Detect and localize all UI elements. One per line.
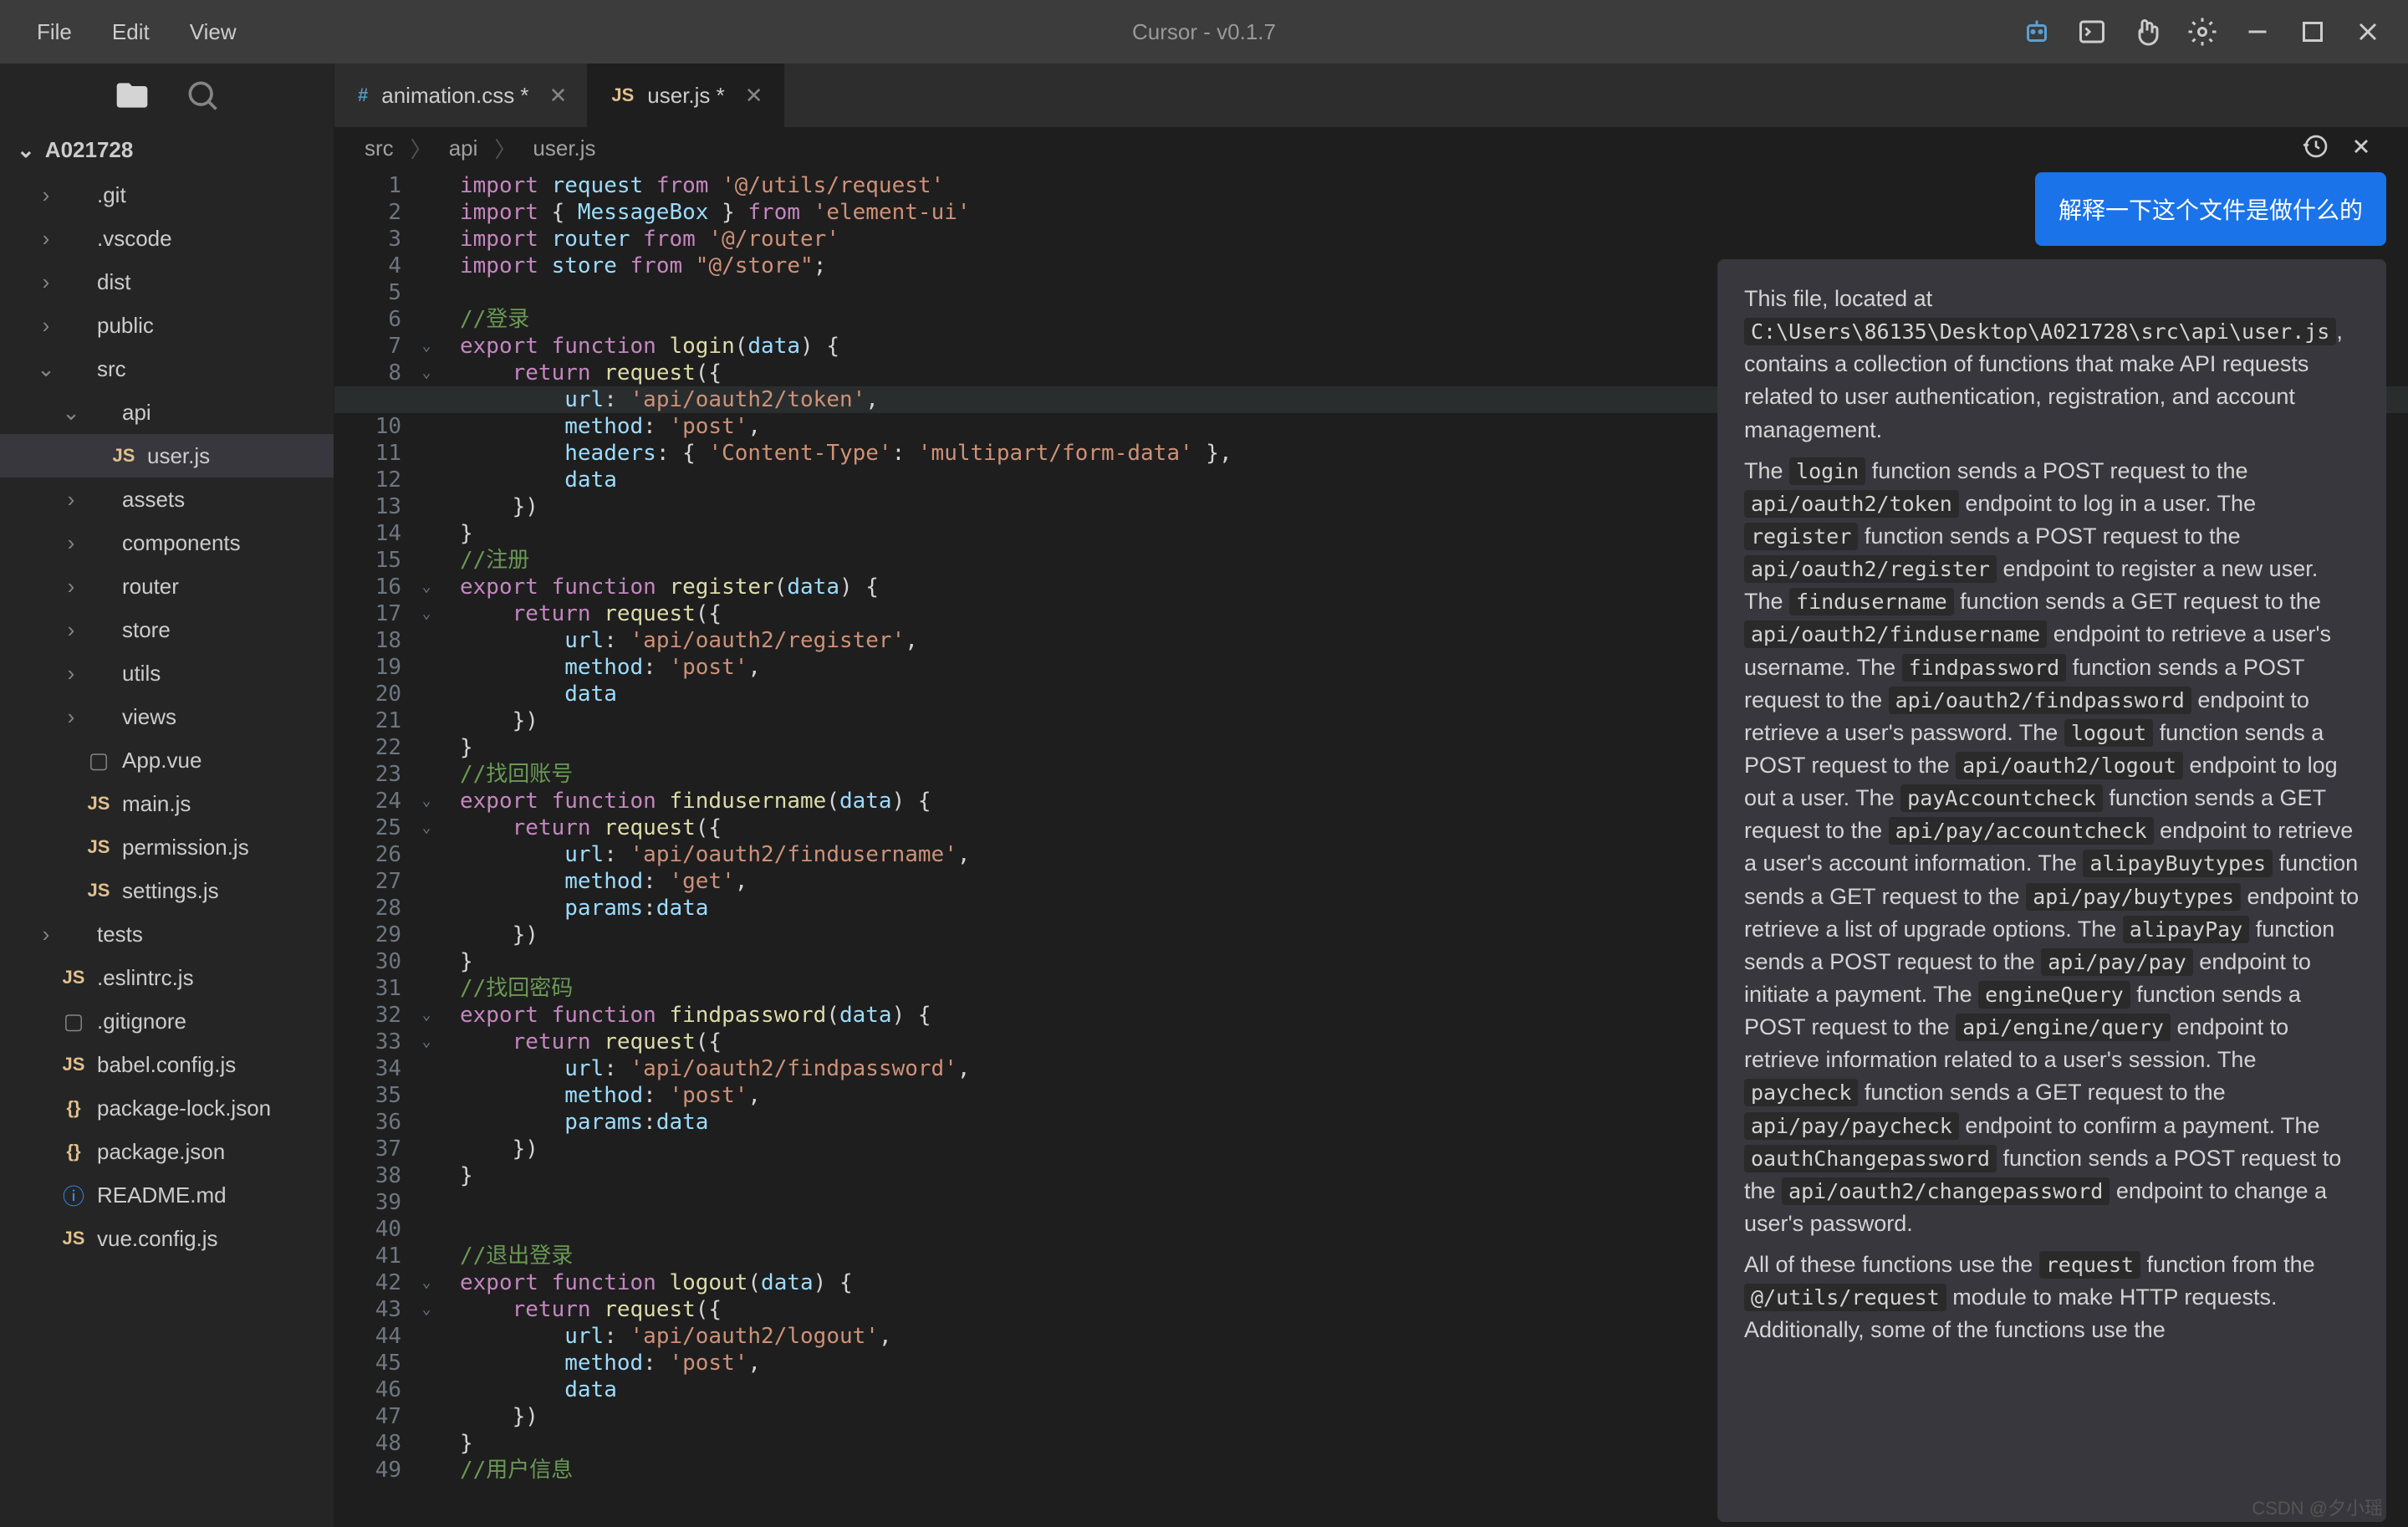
tab-close-icon[interactable]: ✕ <box>543 83 574 109</box>
tree-file[interactable]: JS.eslintrc.js <box>0 956 334 999</box>
hand-icon[interactable] <box>2132 17 2162 47</box>
explorer-icon[interactable] <box>114 77 150 114</box>
chevron-right-icon: 〉 <box>494 133 516 164</box>
tab[interactable]: #animation.css *✕ <box>334 64 588 127</box>
tree-folder[interactable]: ›dist <box>0 260 334 304</box>
tree-folder[interactable]: ⌄src <box>0 347 334 391</box>
tree-file[interactable]: JSmain.js <box>0 782 334 825</box>
fold-gutter: ⌄⌄⌄⌄⌄⌄⌄⌄⌄⌄ <box>418 169 435 1527</box>
tree-folder[interactable]: ›public <box>0 304 334 347</box>
tree-folder[interactable]: ›utils <box>0 651 334 695</box>
ai-user-message: 解释一下这个文件是做什么的 <box>2035 172 2386 246</box>
tree-file[interactable]: JSpermission.js <box>0 825 334 869</box>
ai-panel: 解释一下这个文件是做什么的 This file, located at C:\U… <box>1717 120 2386 1522</box>
tab[interactable]: JSuser.js *✕ <box>588 64 783 127</box>
tree-folder[interactable]: ›router <box>0 564 334 608</box>
tree-folder[interactable]: ›assets <box>0 478 334 521</box>
tree-folder[interactable]: ›.git <box>0 173 334 217</box>
tree-folder[interactable]: ›tests <box>0 912 334 956</box>
window-controls <box>2022 17 2408 47</box>
maximize-icon[interactable] <box>2298 17 2328 47</box>
file-tree: ›.git›.vscode›dist›public⌄src⌄apiJSuser.… <box>0 173 334 1527</box>
ai-response: This file, located at C:\Users\86135\Des… <box>1717 259 2386 1522</box>
menu-view[interactable]: View <box>170 11 257 54</box>
tree-file[interactable]: ▢.gitignore <box>0 999 334 1043</box>
project-name: A021728 <box>45 137 134 163</box>
close-panel-icon[interactable] <box>2349 135 2373 158</box>
search-icon[interactable] <box>184 77 221 114</box>
tree-file[interactable]: JSsettings.js <box>0 869 334 912</box>
tree-file[interactable]: ▢App.vue <box>0 738 334 782</box>
tab-close-icon[interactable]: ✕ <box>738 83 770 109</box>
menu-file[interactable]: File <box>17 11 92 54</box>
tree-folder[interactable]: ›store <box>0 608 334 651</box>
tree-file[interactable]: JSvue.config.js <box>0 1217 334 1260</box>
window-title: Cursor - v0.1.7 <box>1132 19 1276 45</box>
chevron-down-icon: ⌄ <box>17 137 35 163</box>
editor-area: #animation.css *✕JSuser.js *✕ src 〉 api … <box>334 64 2408 1527</box>
sidebar: ⌄ A021728 ›.git›.vscode›dist›public⌄src⌄… <box>0 64 334 1527</box>
breadcrumb-item: api <box>449 135 478 161</box>
tree-file[interactable]: JSbabel.config.js <box>0 1043 334 1086</box>
chevron-right-icon: 〉 <box>411 133 432 164</box>
project-root[interactable]: ⌄ A021728 <box>0 127 334 173</box>
tree-file[interactable]: JSuser.js <box>0 434 334 478</box>
watermark: CSDN @夕小瑶 <box>2252 1494 2383 1520</box>
tab-bar: #animation.css *✕JSuser.js *✕ <box>334 64 2408 127</box>
breadcrumb-item: src <box>365 135 394 161</box>
menu-edit[interactable]: Edit <box>92 11 170 54</box>
close-icon[interactable] <box>2353 17 2383 47</box>
gear-icon[interactable] <box>2187 17 2217 47</box>
history-icon[interactable] <box>2303 133 2329 160</box>
tree-folder[interactable]: ›views <box>0 695 334 738</box>
tree-file[interactable]: ⓘREADME.md <box>0 1173 334 1217</box>
tree-folder[interactable]: ›components <box>0 521 334 564</box>
minimize-icon[interactable] <box>2242 17 2273 47</box>
breadcrumb-item: user.js <box>533 135 595 161</box>
line-numbers: 1234567891011121314151617181920212223242… <box>334 169 418 1527</box>
menu-bar: File Edit View <box>0 11 257 54</box>
titlebar: File Edit View Cursor - v0.1.7 <box>0 0 2408 64</box>
tree-folder[interactable]: ›.vscode <box>0 217 334 260</box>
terminal-icon[interactable] <box>2077 17 2107 47</box>
tree-file[interactable]: {}package-lock.json <box>0 1086 334 1130</box>
tree-folder[interactable]: ⌄api <box>0 391 334 434</box>
tree-file[interactable]: {}package.json <box>0 1130 334 1173</box>
robot-icon[interactable] <box>2022 17 2052 47</box>
